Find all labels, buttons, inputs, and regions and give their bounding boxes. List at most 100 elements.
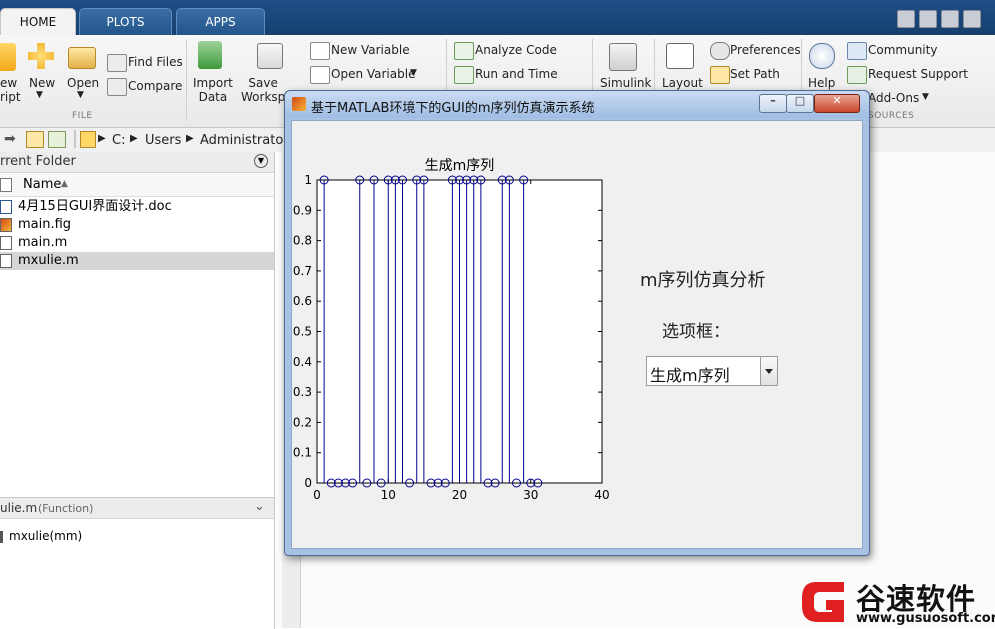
- simulink-button[interactable]: Simulink: [600, 76, 651, 90]
- tab-apps[interactable]: APPS: [176, 8, 265, 35]
- file-item-doc[interactable]: 4月15日GUI界面设计.doc: [0, 198, 274, 216]
- new-plus-icon[interactable]: [28, 43, 54, 69]
- analyze-code-button[interactable]: Analyze Code: [475, 43, 557, 57]
- open-dropdown-icon[interactable]: ▼: [77, 90, 84, 100]
- shortcut-icon[interactable]: [897, 10, 915, 28]
- save-workspace-button[interactable]: Save Worksp: [241, 76, 285, 104]
- y-tick-label: 0.9: [293, 203, 312, 217]
- new-variable-button[interactable]: New Variable: [331, 43, 410, 57]
- current-folder-panel: rrent Folder ▼ Name ▲ 4月15日GUI界面设计.doc m…: [0, 152, 275, 497]
- community-button[interactable]: Community: [868, 43, 937, 57]
- add-ons-dropdown-icon[interactable]: ▼: [922, 92, 929, 102]
- m-file-icon: [0, 254, 12, 268]
- copy-icon[interactable]: [963, 10, 981, 28]
- details-filename: ulie.m: [0, 501, 38, 515]
- path-users[interactable]: Users: [145, 133, 181, 148]
- community-icon[interactable]: [847, 42, 867, 60]
- close-button[interactable]: ✕: [814, 94, 860, 113]
- gui-title: m序列仿真分析: [640, 270, 766, 291]
- compare-icon[interactable]: [107, 78, 127, 96]
- figure-titlebar[interactable]: 基于MATLAB环境下的GUI的m序列仿真演示系统 – □ ✕: [285, 91, 869, 118]
- open-folder-icon[interactable]: [68, 47, 96, 69]
- details-type: (Function): [38, 502, 94, 515]
- y-tick-label: 0.3: [293, 385, 312, 399]
- preferences-gear-icon[interactable]: [710, 42, 730, 60]
- section-label-resources: SOURCES: [868, 111, 915, 121]
- y-tick-label: 0.2: [293, 415, 312, 429]
- file-item-main-m[interactable]: main.m: [0, 234, 274, 252]
- x-tick-label: 30: [523, 488, 538, 502]
- open-button[interactable]: Open: [67, 76, 99, 90]
- request-support-icon[interactable]: [847, 66, 867, 84]
- minimize-icon: –: [770, 94, 776, 107]
- chevron-down-icon[interactable]: [760, 357, 777, 385]
- find-files-icon[interactable]: [107, 54, 127, 72]
- request-support-button[interactable]: Request Support: [868, 67, 968, 81]
- y-tick-label: 0.4: [293, 355, 312, 369]
- x-tick-label: 10: [381, 488, 396, 502]
- set-path-button[interactable]: Set Path: [730, 67, 780, 81]
- cut-icon[interactable]: [941, 10, 959, 28]
- help-button[interactable]: Help: [808, 76, 835, 90]
- file-name: main.fig: [18, 217, 72, 232]
- file-item-fig[interactable]: main.fig: [0, 216, 274, 234]
- maximize-button[interactable]: □: [786, 94, 814, 113]
- path-administrator[interactable]: Administrator: [200, 133, 289, 148]
- help-icon[interactable]: [809, 43, 835, 69]
- open-variable-dropdown-icon[interactable]: ▼: [410, 68, 417, 78]
- back-arrow-icon[interactable]: ➡: [4, 131, 16, 147]
- file-type-column-icon[interactable]: [0, 178, 12, 192]
- path-separator: ▶: [130, 133, 138, 144]
- open-variable-button[interactable]: Open Variable: [331, 67, 415, 81]
- sort-ascending-icon[interactable]: ▲: [61, 179, 68, 189]
- name-column-header[interactable]: Name: [23, 177, 61, 192]
- tab-home[interactable]: HOME: [0, 8, 76, 35]
- browse-folder-icon[interactable]: [48, 131, 66, 148]
- stem-plot: 生成m序列00.10.20.30.40.50.60.70.80.910 10 20 3…: [293, 158, 610, 502]
- layout-button[interactable]: Layout: [662, 76, 703, 90]
- set-path-icon[interactable]: [710, 66, 730, 84]
- ribbon-divider: [186, 39, 187, 121]
- panel-menu-icon[interactable]: ▼: [254, 154, 268, 168]
- y-tick-label: 0: [304, 476, 312, 490]
- close-icon: ✕: [832, 94, 842, 107]
- new-script-icon[interactable]: [0, 43, 16, 71]
- run-and-time-icon[interactable]: [454, 66, 474, 84]
- details-collapse-icon[interactable]: ⌄: [254, 499, 265, 514]
- import-data-button[interactable]: Import Data: [193, 76, 233, 104]
- preferences-button[interactable]: Preferences: [730, 43, 801, 57]
- new-variable-icon[interactable]: [310, 42, 330, 60]
- find-files-button[interactable]: Find Files: [128, 55, 183, 69]
- y-tick-label: 1: [304, 173, 312, 187]
- details-panel: ulie.m (Function) ⌄ mxulie(mm): [0, 497, 275, 629]
- minimize-button[interactable]: –: [759, 94, 787, 113]
- file-item-mxulie-m[interactable]: mxulie.m: [0, 252, 274, 270]
- watermark-logo: 谷速软件 www.gusuosoft.com: [798, 574, 995, 628]
- current-folder-header: rrent Folder ▼: [0, 152, 274, 173]
- open-variable-icon[interactable]: [310, 66, 330, 84]
- import-data-icon[interactable]: [198, 41, 222, 69]
- y-tick-label: 0.6: [293, 294, 312, 308]
- analyze-code-icon[interactable]: [454, 42, 474, 60]
- new-dropdown-icon[interactable]: ▼: [36, 90, 43, 100]
- address-divider: [74, 130, 76, 148]
- up-folder-icon[interactable]: [26, 131, 44, 148]
- maximize-icon: □: [794, 94, 806, 107]
- selector-label: 选项框：: [662, 322, 730, 342]
- compare-button[interactable]: Compare: [128, 79, 182, 93]
- sequence-selector-dropdown[interactable]: 生成m序列: [646, 356, 778, 386]
- toolstrip-tabbar: HOME PLOTS APPS: [0, 0, 995, 35]
- save-workspace-icon[interactable]: [257, 43, 283, 69]
- save-icon[interactable]: [919, 10, 937, 28]
- x-tick-label: 0: [313, 488, 321, 502]
- add-ons-button[interactable]: Add-Ons: [868, 91, 919, 105]
- new-button[interactable]: New: [29, 76, 55, 90]
- word-doc-icon: [0, 200, 12, 214]
- simulink-icon[interactable]: [609, 43, 637, 71]
- path-drive[interactable]: C:: [112, 133, 125, 148]
- run-and-time-button[interactable]: Run and Time: [475, 67, 558, 81]
- tab-plots[interactable]: PLOTS: [79, 8, 172, 35]
- current-folder-title: rrent Folder: [0, 154, 76, 169]
- layout-icon[interactable]: [666, 43, 694, 69]
- new-script-label[interactable]: ew ript: [0, 76, 21, 104]
